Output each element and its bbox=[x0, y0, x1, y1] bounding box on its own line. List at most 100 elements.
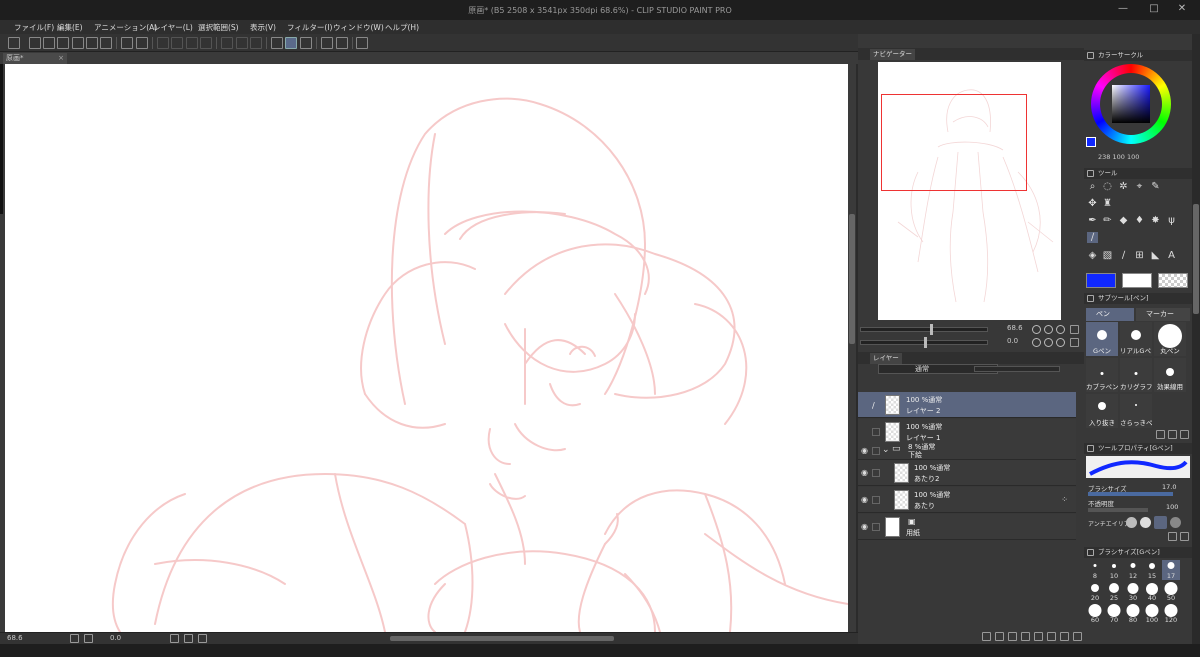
brush-size-slider[interactable] bbox=[1088, 492, 1173, 496]
export-icon[interactable] bbox=[72, 37, 84, 49]
pencil-tool-icon[interactable]: ✏ bbox=[1102, 215, 1113, 226]
correct-line-icon[interactable]: ∕ bbox=[1087, 232, 1098, 243]
brush-size-10[interactable]: 10 bbox=[1105, 560, 1123, 580]
main-color-swatch[interactable] bbox=[1086, 273, 1116, 288]
opacity-slider[interactable] bbox=[1088, 508, 1148, 512]
menu-filter[interactable]: フィルター(I) bbox=[287, 22, 332, 33]
layer-row-paper[interactable]: ◉ ▣ 用紙 bbox=[858, 514, 1076, 540]
layer-row-atari2[interactable]: ◉ 100 %通常 あたり2 bbox=[858, 460, 1076, 486]
dock-scrollbar[interactable] bbox=[1192, 34, 1200, 644]
document-tab[interactable]: 原画* × bbox=[3, 53, 67, 64]
rotate-right-icon[interactable] bbox=[1044, 338, 1053, 347]
transfer-down-icon[interactable] bbox=[1034, 632, 1043, 641]
text-tool-icon[interactable]: A bbox=[1166, 250, 1177, 261]
clear-icon[interactable] bbox=[157, 37, 169, 49]
eye-icon[interactable]: ◉ bbox=[860, 522, 869, 531]
brush-size-17[interactable]: 17 bbox=[1162, 560, 1180, 580]
cloud-icon[interactable] bbox=[321, 37, 333, 49]
companion-mode-icon[interactable] bbox=[356, 37, 368, 49]
sub-color-swatch[interactable] bbox=[1122, 273, 1152, 288]
layer-lock-toggle[interactable] bbox=[872, 428, 880, 436]
new-folder-icon[interactable] bbox=[1021, 632, 1030, 641]
maximize-button[interactable]: □ bbox=[1148, 3, 1160, 15]
menu-help[interactable]: ヘルプ(H) bbox=[385, 22, 419, 33]
layer-row-layer2[interactable]: ∕ 100 %通常 レイヤー 2 bbox=[858, 392, 1076, 418]
redo-icon[interactable] bbox=[136, 37, 148, 49]
gradient-tool-icon[interactable]: ▧ bbox=[1102, 250, 1113, 261]
settings-icon[interactable] bbox=[336, 37, 348, 49]
save-icon[interactable] bbox=[57, 37, 69, 49]
main-color-swatch[interactable] bbox=[1086, 137, 1096, 147]
lasso-tool-icon[interactable]: ◌ bbox=[1102, 181, 1113, 192]
object-tool-icon[interactable]: ♜ bbox=[1102, 198, 1113, 209]
subtool-calligraphy[interactable]: カリグラフィ bbox=[1120, 358, 1152, 392]
flip-horizontal-icon[interactable] bbox=[1070, 338, 1079, 347]
subtool-g-pen[interactable]: Gペン bbox=[1086, 322, 1118, 356]
transform-icon[interactable] bbox=[200, 37, 212, 49]
rotate-right-icon[interactable] bbox=[184, 634, 193, 643]
rotate-left-icon[interactable] bbox=[170, 634, 179, 643]
saturation-value-square[interactable] bbox=[1112, 85, 1150, 123]
folder-expand-icon[interactable]: ⌄ bbox=[882, 445, 890, 455]
subtool-effect-line[interactable]: 効果線用 bbox=[1154, 358, 1186, 392]
decoration-tool-icon[interactable]: ✸ bbox=[1150, 215, 1161, 226]
rotate-left-icon[interactable] bbox=[1032, 338, 1041, 347]
reset-rotation-icon[interactable] bbox=[198, 634, 207, 643]
eye-icon[interactable]: ◉ bbox=[860, 468, 869, 477]
layer-row-folder[interactable]: ◉ ⌄ ▭ 8 %通常 下絵 bbox=[858, 442, 1076, 460]
subtool-sarakki-pen[interactable]: さらっきペン bbox=[1120, 394, 1152, 428]
canvas-horizontal-scrollbar[interactable] bbox=[390, 636, 614, 641]
new-vector-layer-icon[interactable] bbox=[1008, 632, 1017, 641]
menu-window[interactable]: ウィンドウ(W) bbox=[333, 22, 384, 33]
fill-tool-icon[interactable]: ◈ bbox=[1087, 250, 1098, 261]
navigator-view-frame[interactable] bbox=[881, 94, 1027, 191]
new-file-icon[interactable] bbox=[29, 37, 41, 49]
brush-size-100[interactable]: 100 bbox=[1143, 604, 1161, 624]
delete-subtool-icon[interactable] bbox=[1180, 430, 1189, 439]
antialias-none[interactable] bbox=[1126, 517, 1137, 528]
subtool-menu-icon[interactable] bbox=[1156, 430, 1165, 439]
layer-property-icon[interactable] bbox=[982, 632, 991, 641]
mask-icon[interactable] bbox=[1060, 632, 1069, 641]
subtool-tab-pen[interactable]: ペン bbox=[1086, 308, 1134, 321]
property-settings-icon[interactable] bbox=[1168, 532, 1177, 541]
brush-size-70[interactable]: 70 bbox=[1105, 604, 1123, 624]
brush-size-15[interactable]: 15 bbox=[1143, 560, 1161, 580]
eraser-tool-icon[interactable]: ◆ bbox=[1118, 215, 1129, 226]
duplicate-subtool-icon[interactable] bbox=[1168, 430, 1177, 439]
canvas-vertical-scrollbar[interactable] bbox=[848, 64, 856, 632]
antialias-strong[interactable] bbox=[1170, 517, 1181, 528]
brush-size-40[interactable]: 40 bbox=[1143, 582, 1161, 602]
undo-icon[interactable] bbox=[121, 37, 133, 49]
brush-size-8[interactable]: 8 bbox=[1086, 560, 1104, 580]
figure-tool-icon[interactable]: ∕ bbox=[1118, 250, 1129, 261]
frame-tool-icon[interactable]: ⊞ bbox=[1134, 250, 1145, 261]
antialias-weak[interactable] bbox=[1140, 517, 1151, 528]
auto-select-icon[interactable]: ✲ bbox=[1118, 181, 1129, 192]
new-raster-layer-icon[interactable] bbox=[995, 632, 1004, 641]
subtool-real-g-pen[interactable]: リアルGペン bbox=[1120, 322, 1152, 356]
menu-layer[interactable]: レイヤー(L) bbox=[153, 22, 193, 33]
tab-navigator[interactable]: ナビゲーター bbox=[870, 49, 915, 60]
eye-icon[interactable]: ◉ bbox=[860, 495, 869, 504]
invert-selection-icon[interactable] bbox=[236, 37, 248, 49]
brush-size-20[interactable]: 20 bbox=[1086, 582, 1104, 602]
brush-size-50[interactable]: 50 bbox=[1162, 582, 1180, 602]
show-selection-icon[interactable] bbox=[250, 37, 262, 49]
subtool-maru-pen[interactable]: 丸ペン bbox=[1154, 322, 1186, 356]
zoom-tool-icon[interactable]: ⌕ bbox=[1087, 181, 1098, 192]
fill-icon[interactable] bbox=[186, 37, 198, 49]
menu-edit[interactable]: 編集(E) bbox=[57, 22, 83, 33]
fit-to-window-icon[interactable] bbox=[1070, 325, 1079, 334]
close-tab-icon[interactable]: × bbox=[58, 53, 64, 64]
minimize-button[interactable]: — bbox=[1117, 3, 1129, 15]
property-wrench-icon[interactable] bbox=[1180, 532, 1189, 541]
layer-row-atari[interactable]: ◉ 100 %通常 あたり ⁘ bbox=[858, 487, 1076, 513]
transparent-swatch[interactable] bbox=[1158, 273, 1188, 288]
layer-opacity-slider[interactable] bbox=[974, 366, 1060, 372]
eye-icon[interactable]: ◉ bbox=[860, 446, 869, 455]
layer-lock-toggle[interactable] bbox=[872, 469, 880, 477]
paste-icon[interactable] bbox=[100, 37, 112, 49]
eyedropper-icon[interactable]: ⌖ bbox=[1134, 181, 1145, 192]
eyedropper-tool-icon[interactable]: ✎ bbox=[1150, 181, 1161, 192]
